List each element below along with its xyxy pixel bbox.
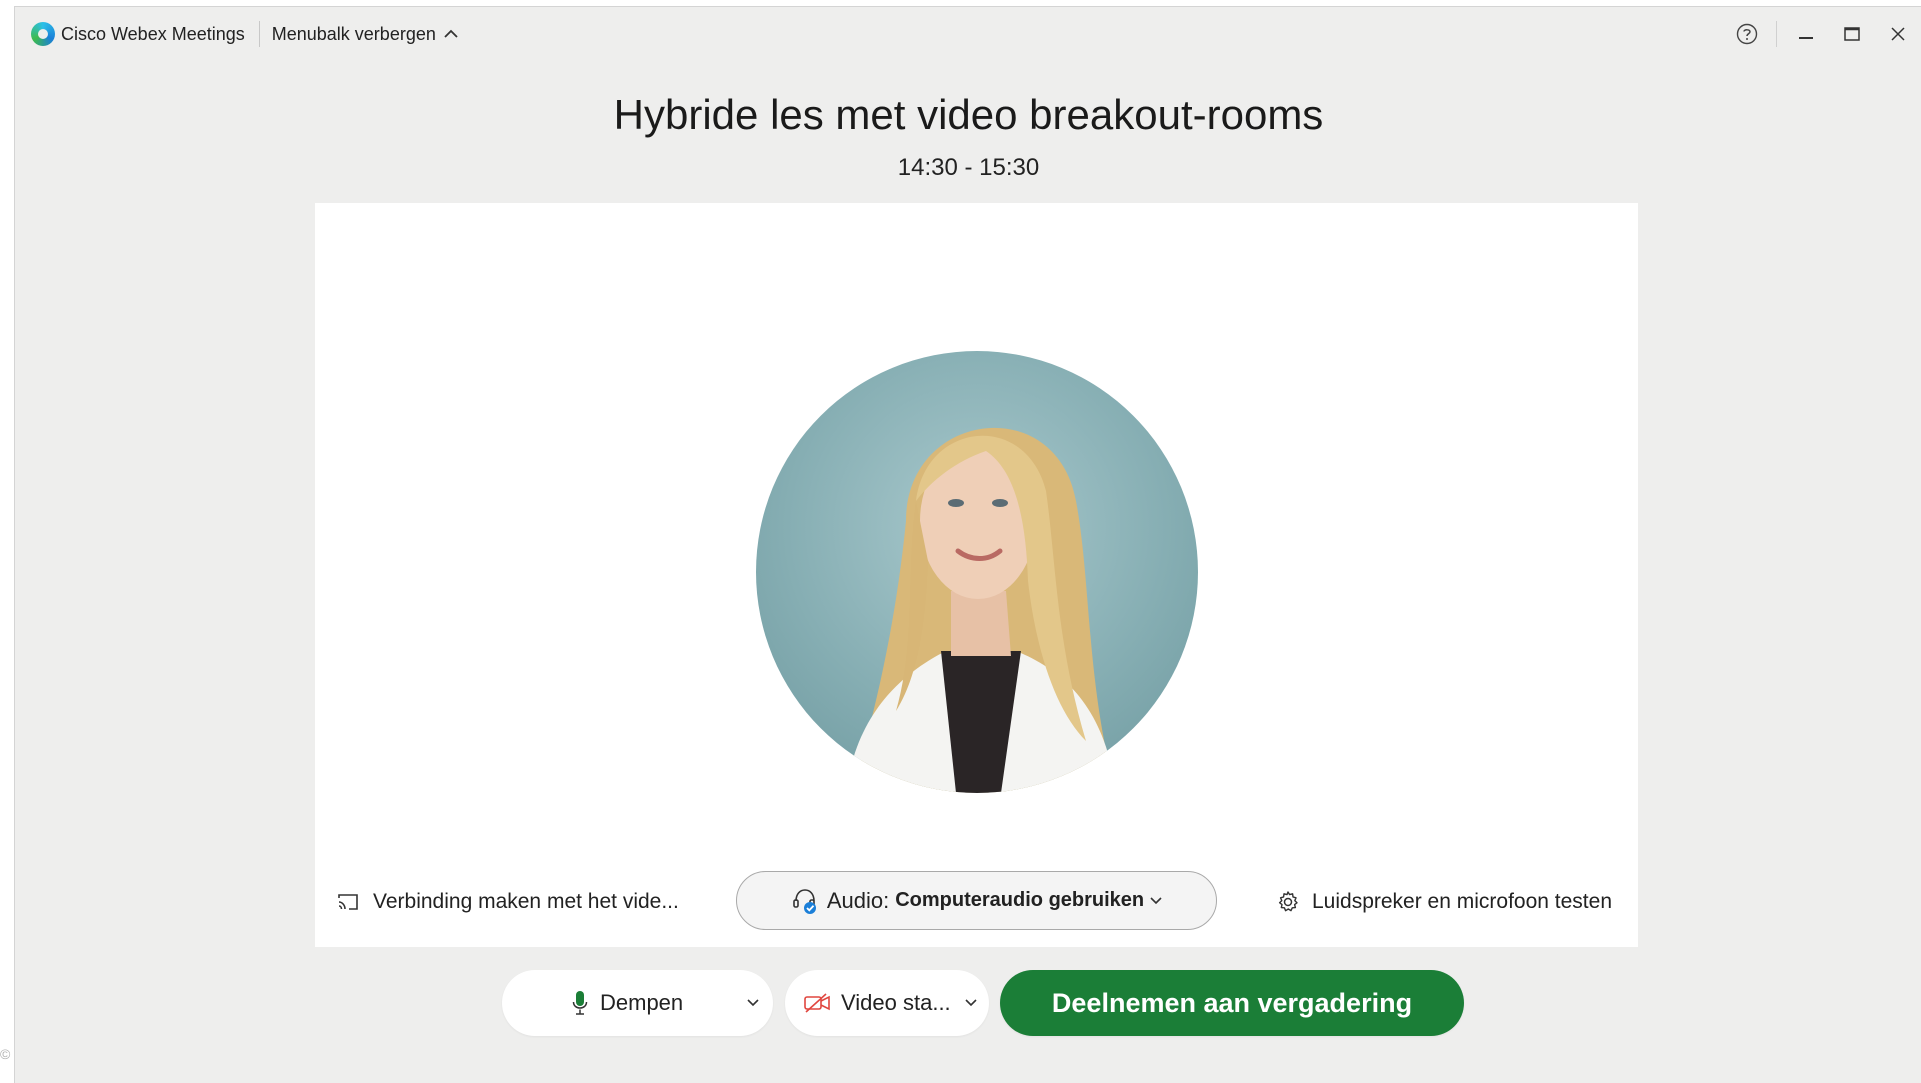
audio-label: Audio: bbox=[826, 887, 890, 913]
microphone-icon bbox=[572, 991, 588, 1015]
video-label: Video sta... bbox=[841, 990, 951, 1015]
window-controls bbox=[1724, 7, 1921, 61]
chevron-down-icon bbox=[965, 999, 977, 1007]
mute-label: Dempen bbox=[600, 990, 684, 1015]
close-icon bbox=[1891, 27, 1905, 41]
minimize-icon bbox=[1799, 37, 1813, 39]
title-bar: Cisco Webex Meetings Menubalk verbergen bbox=[15, 7, 1921, 61]
start-video-button[interactable]: Video sta... bbox=[785, 970, 989, 1036]
connect-video-system-button[interactable]: Verbinding maken met het vide... bbox=[337, 871, 679, 933]
mute-button[interactable]: Dempen bbox=[502, 970, 773, 1036]
webex-logo-icon bbox=[31, 22, 55, 46]
help-button[interactable] bbox=[1724, 7, 1770, 61]
headset-icon bbox=[793, 888, 816, 914]
controls-divider bbox=[1776, 21, 1777, 47]
close-button[interactable] bbox=[1875, 7, 1921, 61]
maximize-icon bbox=[1844, 27, 1860, 41]
cast-icon bbox=[338, 894, 358, 910]
minimize-button[interactable] bbox=[1783, 7, 1829, 61]
chevron-up-icon bbox=[444, 29, 458, 38]
meeting-time: 14:30 - 15:30 bbox=[897, 154, 1040, 181]
test-speaker-microphone-button[interactable]: Luidspreker en microfoon testen bbox=[1276, 871, 1612, 933]
audio-value: Computeraudio gebruiken bbox=[895, 889, 1145, 911]
connect-label: Verbinding maken met het vide... bbox=[373, 890, 679, 913]
audio-dropdown[interactable]: Audio: Computeraudio gebruiken bbox=[736, 871, 1217, 930]
video-options-dropdown[interactable] bbox=[965, 970, 977, 1036]
preview-panel: Verbinding maken met het vide... Audio: … bbox=[315, 203, 1638, 947]
edge-artifact: © bbox=[0, 1046, 11, 1062]
gear-icon bbox=[1278, 891, 1298, 912]
user-photo bbox=[846, 427, 1116, 793]
chevron-down-icon bbox=[747, 999, 759, 1007]
maximize-button[interactable] bbox=[1829, 7, 1875, 61]
meeting-title: Hybride les met video breakout-rooms bbox=[613, 91, 1324, 138]
menubar-toggle-label: Menubalk verbergen bbox=[271, 23, 436, 44]
test-label: Luidspreker en microfoon testen bbox=[1312, 890, 1612, 913]
audio-options-row: Verbinding maken met het vide... Audio: … bbox=[315, 871, 1638, 933]
user-avatar bbox=[756, 351, 1198, 793]
webex-window: Cisco Webex Meetings Menubalk verbergen bbox=[14, 6, 1921, 1083]
app-name: Cisco Webex Meetings bbox=[61, 23, 245, 44]
join-controls: Dempen Video sta... Deelnemen aan vergad… bbox=[15, 970, 1921, 1036]
join-meeting-button[interactable]: Deelnemen aan vergadering bbox=[1000, 970, 1464, 1036]
menubar-toggle-button[interactable]: Menubalk verbergen bbox=[272, 24, 458, 45]
video-off-icon bbox=[804, 993, 830, 1013]
help-icon bbox=[1736, 23, 1758, 45]
title-divider bbox=[258, 21, 260, 47]
chevron-down-icon bbox=[1150, 896, 1162, 904]
mute-options-dropdown[interactable] bbox=[747, 970, 759, 1036]
